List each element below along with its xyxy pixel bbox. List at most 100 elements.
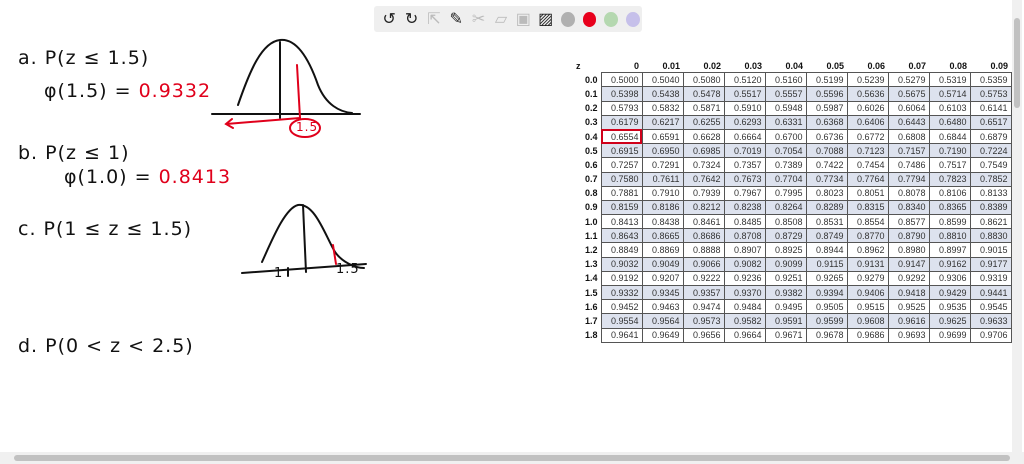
table-cell: 0.5040 (641, 72, 684, 88)
vertical-scrollbar[interactable] (1012, 0, 1022, 452)
table-cell: 0.9032 (600, 256, 643, 272)
table-cell: 0.8289 (805, 199, 848, 216)
table-cell: 0.8554 (846, 214, 889, 230)
table-cell: 0.9535 (928, 299, 971, 315)
table-cell: 0.8238 (723, 199, 766, 216)
table-cell: 0.9049 (641, 256, 684, 272)
table-cell: 0.9545 (969, 299, 1012, 315)
row-header: 1.7 (573, 313, 602, 329)
row-header: 1.4 (573, 271, 602, 286)
table-cell: 0.8023 (805, 185, 848, 201)
phi-value: 0.8413 (158, 166, 232, 188)
table-cell: 0.8997 (928, 242, 971, 258)
table-cell: 0.5000 (600, 72, 643, 88)
phi-expression: φ(1.0) = (64, 166, 159, 188)
vertical-scroll-thumb[interactable] (1014, 18, 1020, 108)
table-row: 0.7 0.7580 0.7611 0.7642 0.7673 0.7704 0.7734 0… (573, 171, 1012, 187)
table-cell: 0.9015 (969, 242, 1012, 258)
table-row: 1.2 0.8849 0.8869 0.8888 0.8907 0.8925 0.8944 0… (573, 242, 1012, 258)
table-cell: 0.8264 (764, 199, 807, 216)
table-cell: 0.7939 (682, 185, 725, 201)
row-header: 0.7 (573, 172, 602, 187)
table-cell: 0.7389 (764, 157, 807, 173)
table-cell: 0.8438 (641, 214, 684, 230)
row-header: 1.8 (573, 328, 602, 343)
row-header: 1.0 (573, 214, 602, 229)
table-cell: 0.8159 (600, 199, 643, 216)
table-cell: 0.6179 (600, 114, 643, 130)
table-cell: 0.8980 (887, 242, 930, 258)
table-cell: 0.8051 (846, 185, 889, 201)
table-row: 1.4 0.9192 0.9207 0.9222 0.9236 0.9251 0.9265 0… (573, 270, 1012, 287)
table-cell: 0.6664 (723, 128, 766, 145)
table-row: 1.1 0.8643 0.8665 0.8686 0.8708 0.8729 0.8749 0… (573, 228, 1012, 244)
table-cell: 0.7257 (600, 157, 643, 173)
table-cell: 0.9406 (846, 284, 889, 301)
table-cell: 0.8665 (641, 228, 684, 244)
table-cell: 0.9370 (723, 284, 766, 301)
table-cell: 0.7823 (928, 171, 971, 187)
table-cell: 0.6406 (846, 114, 889, 130)
table-cell: 0.8810 (928, 228, 971, 244)
table-cell: 0.9633 (969, 313, 1012, 329)
table-cell: 0.8962 (846, 242, 889, 258)
table-row: 1.5 0.9332 0.9345 0.9357 0.9370 0.9382 0.9394 0… (573, 284, 1012, 301)
table-cell: 0.6026 (846, 100, 889, 116)
table-row: 0.0 0.5000 0.5040 0.5080 0.5120 0.5160 0.5199 0… (573, 72, 1012, 88)
mean-line-c (302, 204, 307, 273)
row-header: 1.1 (573, 228, 602, 243)
table-cell: 0.6915 (600, 143, 643, 159)
table-cell: 0.9625 (928, 313, 971, 329)
table-cell: 0.7357 (723, 157, 766, 173)
row-header: 1.6 (573, 299, 602, 314)
table-cell: 0.9251 (764, 270, 807, 287)
table-cell: 0.6331 (764, 114, 807, 130)
table-cell: 0.8315 (846, 199, 889, 216)
table-cell: 0.7549 (969, 157, 1012, 173)
table-cell: 0.9608 (846, 313, 889, 329)
table-cell: 0.5871 (682, 100, 725, 116)
table-cell: 0.7454 (846, 157, 889, 173)
column-header: 0.08 (949, 60, 967, 71)
row-header: 0.5 (573, 143, 602, 158)
table-cell: 0.9332 (600, 284, 643, 301)
table-cell: 0.5239 (846, 72, 889, 88)
horizontal-scrollbar[interactable] (0, 452, 1024, 464)
table-cell: 0.9319 (969, 270, 1012, 287)
table-cell: 0.7673 (723, 171, 766, 187)
table-cell: 0.6217 (641, 114, 684, 130)
table-cell: 0.8389 (969, 199, 1012, 216)
column-header: 0.06 (867, 60, 885, 71)
table-cell: 0.7794 (887, 171, 930, 187)
horizontal-scroll-thumb[interactable] (14, 455, 1010, 461)
table-cell: 0.6103 (928, 100, 971, 116)
row-header: 1.5 (573, 285, 602, 300)
table-cell: 0.9441 (969, 284, 1012, 301)
table-cell: 0.6255 (682, 114, 725, 130)
table-cell: 0.9292 (887, 270, 930, 287)
table-row: 1.6 0.9452 0.9463 0.9474 0.9484 0.9495 0.9505 0… (573, 299, 1012, 315)
table-cell: 0.7123 (846, 143, 889, 159)
table-cell: 0.9505 (805, 299, 848, 315)
table-cell: 0.8907 (723, 242, 766, 258)
row-header: 0.1 (573, 86, 602, 102)
table-cell: 0.7704 (764, 171, 807, 187)
column-header: 0.03 (744, 60, 762, 71)
table-cell: 0.9599 (805, 313, 848, 329)
part-c-label: c. P(1 ≤ z ≤ 1.5) (18, 218, 193, 240)
column-header: 0.04 (785, 60, 803, 71)
table-cell: 0.5199 (805, 72, 848, 88)
table-cell: 0.6879 (969, 128, 1012, 145)
table-cell: 0.5832 (641, 100, 684, 116)
table-cell: 0.9082 (723, 256, 766, 272)
table-cell: 0.7224 (969, 143, 1012, 159)
table-cell: 0.7324 (682, 157, 725, 173)
curve-c-right-label: 1.5 (336, 262, 360, 277)
table-cell: 0.8577 (887, 214, 930, 230)
z-table: z 0 0.01 0.02 0.03 0.04 0.05 0.06 0.07 0.08 0.09 0… (573, 59, 1012, 343)
table-cell: 0.7611 (641, 171, 684, 187)
row-header: 0.4 (573, 129, 602, 144)
table-cell: 0.7852 (969, 171, 1012, 187)
table-cell: 0.9382 (764, 284, 807, 301)
table-cell: 0.9686 (846, 327, 889, 343)
